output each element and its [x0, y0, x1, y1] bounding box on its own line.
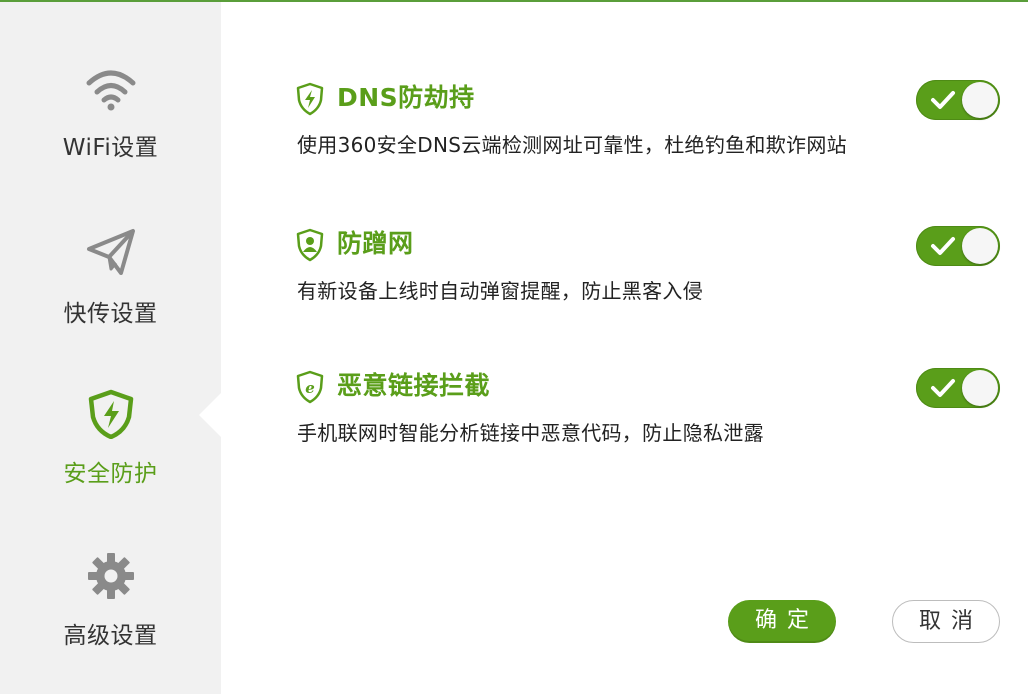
sidebar-item-advanced[interactable]: 高级设置: [0, 538, 221, 688]
sidebar-item-wifi[interactable]: WiFi设置: [0, 50, 221, 200]
cancel-button[interactable]: 取消: [892, 600, 1000, 643]
sidebar: WiFi设置 快传设置 安全防护 高级设置: [0, 2, 221, 694]
feature-dns-hijack: DNS防劫持 使用360安全DNS云端检测网址可靠性，杜绝钓鱼和欺诈网站: [221, 80, 1028, 190]
feature-description: 手机联网时智能分析链接中恶意代码，防止隐私泄露: [297, 421, 764, 445]
feature-anti-freeload: 防蹭网 有新设备上线时自动弹窗提醒，防止黑客入侵: [221, 226, 1028, 336]
sidebar-item-label: 高级设置: [63, 623, 158, 649]
gear-icon: [85, 550, 137, 602]
paper-plane-icon: [85, 226, 137, 278]
svg-text:e: e: [305, 379, 315, 397]
malicious-link-toggle[interactable]: [916, 368, 1000, 408]
sidebar-item-security[interactable]: 安全防护: [0, 376, 221, 526]
sidebar-item-transfer[interactable]: 快传设置: [0, 216, 221, 366]
feature-malicious-link-block: e 恶意链接拦截 手机联网时智能分析链接中恶意代码，防止隐私泄露: [221, 368, 1028, 478]
check-icon: [931, 379, 955, 397]
toggle-knob: [962, 82, 998, 118]
shield-user-icon: [295, 228, 325, 262]
sidebar-item-label: 快传设置: [63, 301, 158, 327]
toggle-knob: [962, 228, 998, 264]
anti-freeload-toggle[interactable]: [916, 226, 1000, 266]
feature-description: 有新设备上线时自动弹窗提醒，防止黑客入侵: [297, 279, 703, 303]
feature-title: DNS防劫持: [337, 83, 475, 112]
confirm-button[interactable]: 确定: [728, 600, 836, 643]
feature-description: 使用360安全DNS云端检测网址可靠性，杜绝钓鱼和欺诈网站: [297, 133, 847, 157]
security-settings-window: WiFi设置 快传设置 安全防护 高级设置 DNS防劫持 使用360安全DNS云…: [0, 0, 1028, 694]
shield-lightning-icon: [85, 388, 137, 440]
dns-hijack-toggle[interactable]: [916, 80, 1000, 120]
check-icon: [931, 91, 955, 109]
feature-title: 恶意链接拦截: [337, 371, 491, 400]
shield-e-icon: e: [295, 370, 325, 404]
sidebar-item-label: 安全防护: [63, 461, 158, 487]
check-icon: [931, 237, 955, 255]
wifi-icon: [85, 64, 137, 116]
active-indicator: [199, 393, 221, 437]
shield-lightning-icon: [295, 82, 325, 116]
feature-title: 防蹭网: [337, 229, 414, 258]
sidebar-item-label: WiFi设置: [62, 135, 159, 161]
main-panel: DNS防劫持 使用360安全DNS云端检测网址可靠性，杜绝钓鱼和欺诈网站 防蹭网: [221, 2, 1028, 694]
toggle-knob: [962, 370, 998, 406]
